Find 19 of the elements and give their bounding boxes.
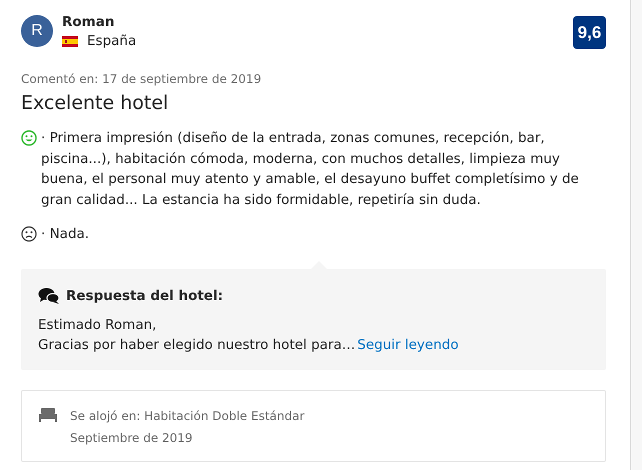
reviewer-name: Roman bbox=[62, 13, 116, 31]
bed-icon bbox=[39, 408, 57, 422]
flag-icon bbox=[62, 36, 78, 46]
response-text: Gracias por haber elegido nuestro hotel para… bbox=[38, 336, 356, 355]
comment-text: · Nada. bbox=[41, 225, 90, 244]
stay-date: Septiembre de 2019 bbox=[70, 430, 194, 446]
smiley-icon bbox=[21, 130, 37, 146]
review-date: Comentó en: 17 de septiembre de 2019 bbox=[21, 71, 262, 87]
response-text: Estimado Roman, bbox=[38, 316, 156, 334]
sad-face-icon bbox=[21, 226, 37, 242]
room-type: Se alojó en: Habitación Doble Estándar bbox=[70, 408, 304, 424]
read-more-link[interactable]: Seguir leyendo bbox=[357, 335, 459, 356]
score-badge: 9,6 bbox=[573, 16, 606, 49]
response-heading: Respuesta del hotel: bbox=[66, 288, 223, 304]
avatar: R bbox=[21, 15, 53, 47]
review-title: Excelente hotel bbox=[21, 91, 170, 116]
reviewer-country: España bbox=[87, 33, 136, 49]
chat-bubbles-icon bbox=[38, 286, 60, 304]
comment-text: · Primera impresión (diseño de la entrada, zonas comunes, recepción, bar, piscina...), habitación cómoda, moderna, con muchos detalles, limpieza muy buena, el personal muy atento y amable, el desayuno buffet completísimo y de gran calidad... La estancia ha sido formidable, repetiría sin duda. bbox=[41, 129, 580, 210]
